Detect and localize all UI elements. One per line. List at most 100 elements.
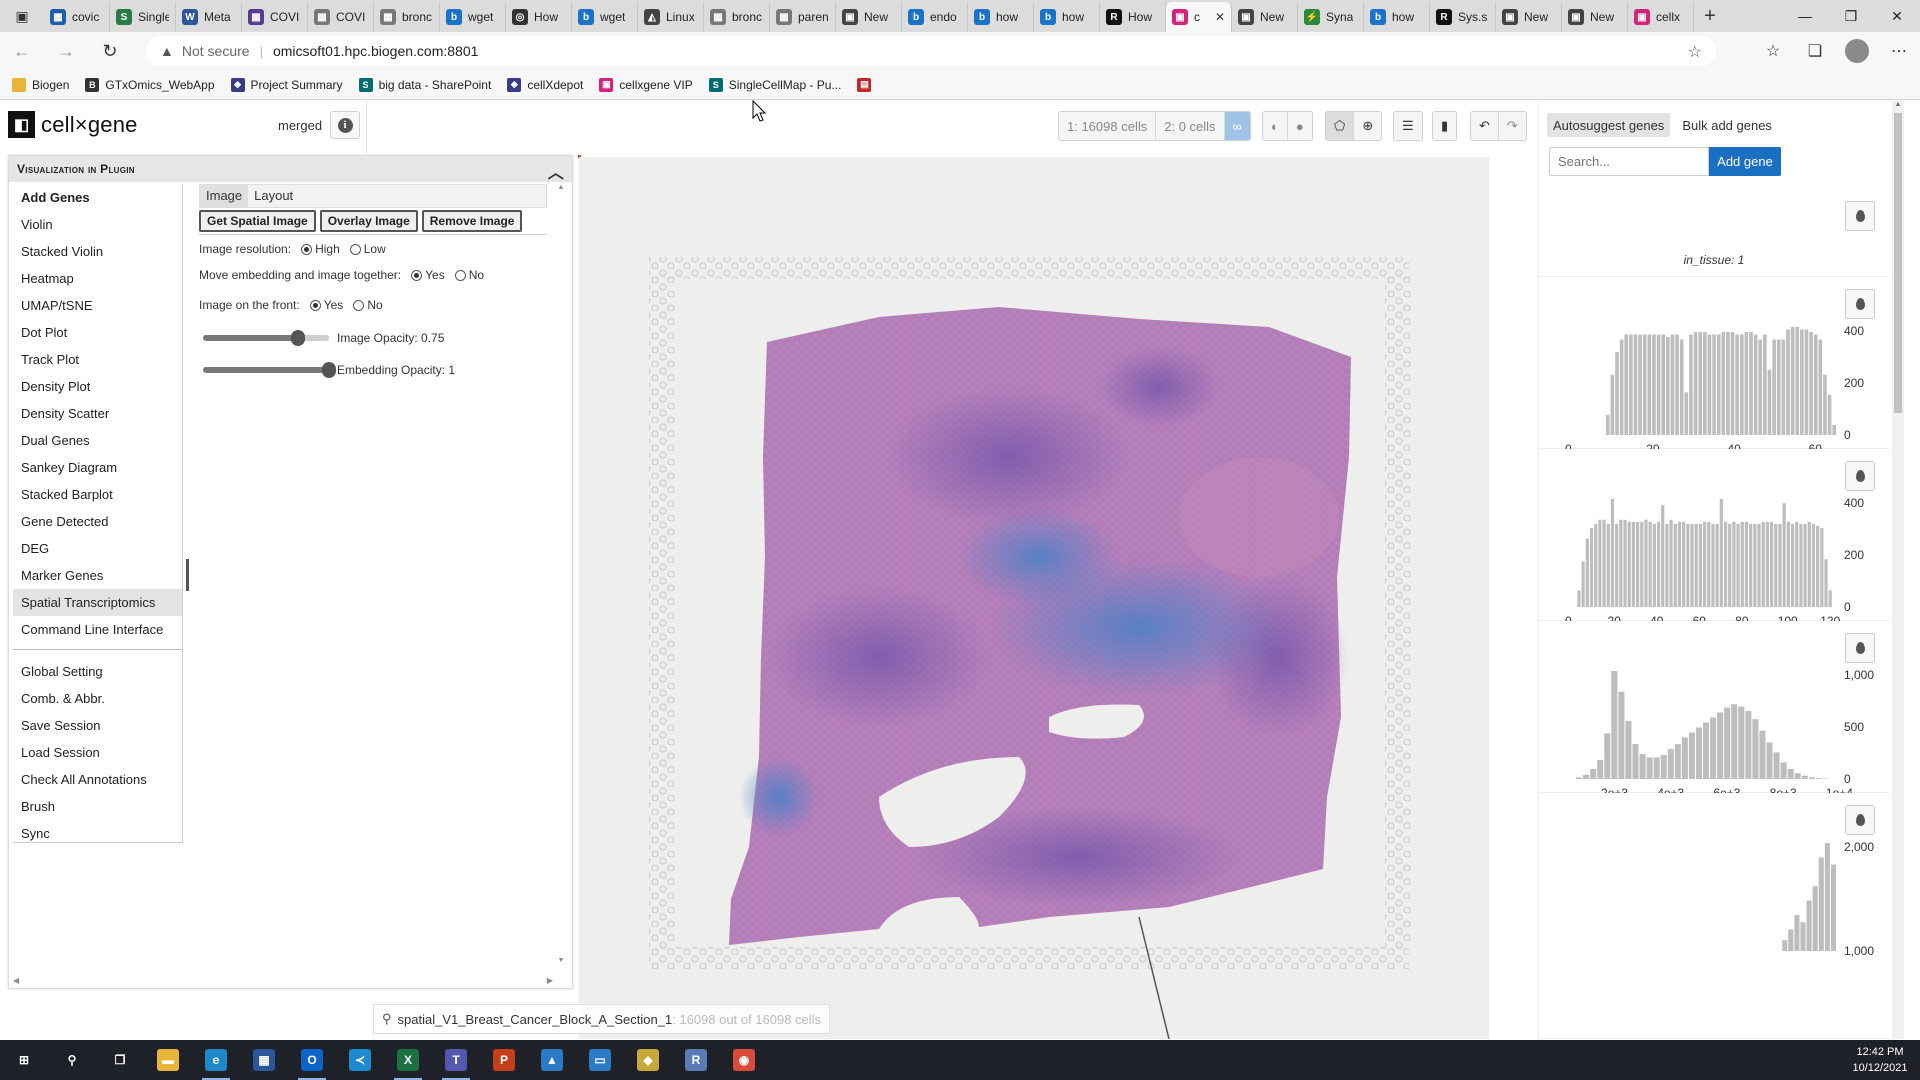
browser-tab[interactable]: W Meta	[176, 2, 242, 32]
plugin-menu-item[interactable]: Load Session	[13, 739, 182, 766]
color-by-in-tissue-button[interactable]	[1845, 201, 1875, 231]
plugin-horizontal-scrollbar[interactable]: ◀ ▶	[13, 974, 553, 986]
plugin-menu-item[interactable]: Comb. & Abbr.	[13, 685, 182, 712]
taskbar-chrome-icon[interactable]: ◉	[720, 1040, 768, 1080]
plugin-menu-item[interactable]: Dual Genes	[13, 427, 182, 454]
resize-handle[interactable]	[186, 559, 189, 591]
gene-panel-scrollbar[interactable]: ▲	[1892, 101, 1904, 1039]
embedding-opacity-slider[interactable]	[203, 362, 336, 378]
add-favorite-icon[interactable]: ☆	[1688, 42, 1702, 62]
plugin-menu-item[interactable]: DEG	[13, 535, 182, 562]
plugin-menu-item[interactable]: Add Genes	[13, 184, 182, 211]
browser-tab[interactable]: S Single	[110, 2, 176, 32]
browser-tab[interactable]: ▦ bronc	[704, 2, 770, 32]
plugin-menu-item[interactable]: Stacked Barplot	[13, 481, 182, 508]
scroll-thumb[interactable]	[1894, 113, 1902, 413]
back-icon[interactable]: ←	[0, 32, 44, 70]
taskbar-store-icon[interactable]: ▦	[240, 1040, 288, 1080]
cell-set-2-button[interactable]: 2: 0 cells	[1156, 112, 1225, 140]
browser-tab[interactable]: ▣ New	[1562, 2, 1628, 32]
forward-icon[interactable]: →	[44, 32, 88, 70]
list-icon[interactable]: ☰	[1394, 112, 1422, 140]
browser-tab[interactable]: ⚡ Syna	[1298, 2, 1364, 32]
get-spatial-image-button[interactable]: Get Spatial Image	[199, 210, 316, 232]
plugin-menu-item[interactable]: Check All Annotations	[13, 766, 182, 793]
plugin-menu-item[interactable]: Command Line Interface	[13, 616, 182, 643]
plugin-menu-item[interactable]: Brush	[13, 793, 182, 820]
browser-tab[interactable]: b how	[968, 2, 1034, 32]
omnibox[interactable]: ▲ Not secure | omicsoft01.hpc.biogen.com…	[146, 36, 1716, 66]
close-tab-icon[interactable]: ✕	[1211, 10, 1225, 24]
plugin-menu-item[interactable]: Violin	[13, 211, 182, 238]
browser-tab[interactable]: b how	[1034, 2, 1100, 32]
taskbar-excel-icon[interactable]: X	[384, 1040, 432, 1080]
new-tab-button[interactable]: +	[1694, 5, 1726, 28]
taskbar-file-explorer-icon[interactable]: ▬	[144, 1040, 192, 1080]
front-yes-radio[interactable]	[309, 299, 321, 311]
scroll-up-icon[interactable]: ▲	[556, 184, 566, 191]
browser-tab[interactable]: ▦ bronc	[374, 2, 440, 32]
taskbar-vscode-icon[interactable]: ≺	[336, 1040, 384, 1080]
plugin-vertical-scrollbar[interactable]: ▲ ▼	[556, 184, 566, 964]
browser-tab[interactable]: ▣ c ✕	[1166, 2, 1232, 32]
browser-tab[interactable]: ▣ New	[1496, 2, 1562, 32]
browser-tab[interactable]: R How	[1100, 2, 1166, 32]
taskbar-teams-icon[interactable]: T	[432, 1040, 480, 1080]
tab-layout[interactable]: Layout	[248, 185, 299, 207]
tab-bulk-add-genes[interactable]: Bulk add genes	[1676, 113, 1778, 137]
plugin-menu-item[interactable]: Spatial Transcriptomics	[13, 589, 182, 616]
browser-tab[interactable]: ▦ COVI	[242, 2, 308, 32]
browser-tab[interactable]: b wget	[572, 2, 638, 32]
bookmark-item[interactable]: ▤	[857, 77, 877, 92]
bookmark-item[interactable]: ◆ cellXdepot	[507, 77, 583, 92]
plugin-menu-item[interactable]: Track Plot	[13, 346, 182, 373]
url-text[interactable]: omicsoft01.hpc.biogen.com:8801	[273, 43, 478, 59]
taskbar-remote-desktop-icon[interactable]: ▭	[576, 1040, 624, 1080]
minimize-icon[interactable]: —	[1782, 0, 1828, 32]
redo-icon[interactable]: ↷	[1498, 112, 1526, 140]
browser-tab[interactable]: ▣ cellx	[1628, 2, 1694, 32]
move-yes-radio[interactable]	[411, 269, 423, 281]
plugin-menu-item[interactable]: Density Plot	[13, 373, 182, 400]
plugin-menu-item[interactable]: Dot Plot	[13, 319, 182, 346]
bar-chart-icon[interactable]: ▮	[1433, 112, 1457, 140]
taskbar-clock[interactable]: 12:42 PM 10/12/2021	[1840, 1040, 1920, 1080]
more-icon[interactable]: ⋯	[1878, 32, 1920, 70]
scroll-up-arrow-icon[interactable]: ▲	[1892, 101, 1904, 108]
browser-tab[interactable]: ▦ paren	[770, 2, 836, 32]
remove-image-button[interactable]: Remove Image	[421, 210, 523, 232]
bookmark-item[interactable]: Biogen	[12, 77, 69, 92]
bookmark-item[interactable]: B GTxOmics_WebApp	[85, 77, 215, 92]
bookmark-item[interactable]: ◆ Project Summary	[230, 77, 343, 92]
bookmark-item[interactable]: S SingleCellMap - Pu...	[708, 77, 841, 92]
taskbar-task-view-icon[interactable]: ❐	[96, 1040, 144, 1080]
browser-tab[interactable]: ◎ How	[506, 2, 572, 32]
image-opacity-slider[interactable]	[203, 330, 329, 346]
plugin-menu-item[interactable]: UMAP/tSNE	[13, 292, 182, 319]
browser-tab[interactable]: ▣ New	[836, 2, 902, 32]
browser-tab[interactable]: R Sys.s	[1430, 2, 1496, 32]
resolution-low-radio[interactable]	[349, 243, 361, 255]
plugin-menu-item[interactable]: Stacked Violin	[13, 238, 182, 265]
browser-tab[interactable]: ▦ covic	[44, 2, 110, 32]
collections-icon[interactable]: ❏	[1794, 32, 1836, 70]
bookmark-item[interactable]: ▣ cellxgene VIP	[599, 77, 693, 92]
scroll-down-icon[interactable]: ▼	[556, 957, 566, 964]
favorites-icon[interactable]: ☆	[1752, 32, 1794, 70]
taskbar-powerpoint-icon[interactable]: P	[480, 1040, 528, 1080]
profile-icon[interactable]	[1836, 32, 1878, 70]
front-no-radio[interactable]	[353, 299, 365, 311]
taskbar-git-icon[interactable]: ◆	[624, 1040, 672, 1080]
browser-tab[interactable]: b wget	[440, 2, 506, 32]
plugin-menu-item[interactable]: Global Setting	[13, 658, 182, 685]
plugin-menu-item[interactable]: Sankey Diagram	[13, 454, 182, 481]
close-window-icon[interactable]: ✕	[1874, 0, 1920, 32]
move-no-radio[interactable]	[454, 269, 466, 281]
taskbar-outlook-icon[interactable]: O	[288, 1040, 336, 1080]
browser-tab[interactable]: ◭ Linux	[638, 2, 704, 32]
dataset-info-button[interactable]: i	[330, 111, 360, 139]
undo-icon[interactable]: ↶	[1471, 112, 1499, 140]
embedding-opacity-knob[interactable]	[322, 362, 336, 378]
browser-tab[interactable]: b endo	[902, 2, 968, 32]
overlay-image-button[interactable]: Overlay Image	[319, 210, 418, 232]
